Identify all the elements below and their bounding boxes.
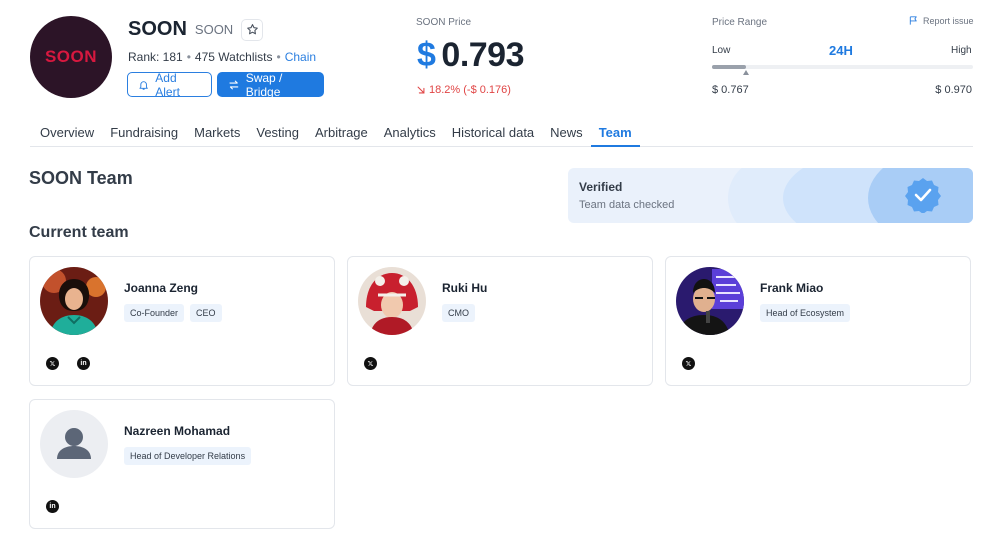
coin-name: SOON xyxy=(128,18,187,40)
role-badge: Head of Ecosystem xyxy=(760,304,851,322)
member-name: Nazreen Mohamad xyxy=(124,424,231,438)
tab-fundraising[interactable]: Fundraising xyxy=(102,122,186,147)
meta-separator: • xyxy=(186,50,191,64)
team-member-card[interactable]: Frank Miao Head of Ecosystem 𝕏 xyxy=(665,256,971,386)
coin-symbol: SOON xyxy=(194,22,234,37)
member-name: Ruki Hu xyxy=(442,281,488,295)
linkedin-icon[interactable]: in xyxy=(77,357,90,370)
member-roles: Co-Founder CEO xyxy=(124,304,222,322)
price-number: 0.793 xyxy=(441,36,525,74)
member-name: Frank Miao xyxy=(760,281,824,295)
team-member-card[interactable]: Joanna Zeng Co-Founder CEO 𝕏 in xyxy=(29,256,335,386)
member-socials: in xyxy=(46,500,59,513)
member-socials: 𝕏 xyxy=(364,357,377,370)
coin-rank: Rank: 181 xyxy=(128,50,183,64)
watchlist-star-button[interactable] xyxy=(241,18,264,41)
verified-subtitle: Team data checked xyxy=(579,199,675,211)
tab-team[interactable]: Team xyxy=(590,122,640,147)
member-roles: Head of Developer Relations xyxy=(124,447,252,465)
tab-news[interactable]: News xyxy=(542,122,591,147)
role-badge: CEO xyxy=(190,304,222,322)
verified-banner: Verified Team data checked xyxy=(568,168,973,223)
price-value: $0.793 xyxy=(417,36,525,75)
coin-title: SOON SOON xyxy=(128,18,264,41)
member-roles: Head of Ecosystem xyxy=(760,304,851,322)
avatar-placeholder xyxy=(40,410,108,478)
bell-icon xyxy=(139,80,148,90)
member-roles: CMO xyxy=(442,304,475,322)
member-name: Joanna Zeng xyxy=(124,281,199,295)
report-issue-label: Report issue xyxy=(923,15,974,26)
role-badge: Co-Founder xyxy=(124,304,185,322)
add-alert-label: Add Alert xyxy=(155,70,180,99)
current-team-title: Current team xyxy=(29,224,129,241)
chain-link[interactable]: Chain xyxy=(285,50,316,64)
team-member-card[interactable]: Ruki Hu CMO 𝕏 xyxy=(347,256,653,386)
range-timeframe-selector[interactable]: 24H xyxy=(829,43,853,58)
report-issue-link[interactable]: Report issue xyxy=(908,15,974,26)
range-low-label: Low xyxy=(712,45,731,56)
avatar xyxy=(676,267,744,335)
verified-title: Verified xyxy=(579,180,623,194)
price-change: 18.2% (-$ 0.176) xyxy=(416,84,511,96)
swap-bridge-button[interactable]: Swap / Bridge xyxy=(217,70,324,99)
swap-bridge-label: Swap / Bridge xyxy=(245,70,283,99)
team-member-card[interactable]: Nazreen Mohamad Head of Developer Relati… xyxy=(29,399,335,529)
team-section-title: SOON Team xyxy=(29,168,133,188)
price-label: SOON Price xyxy=(416,17,472,28)
arrow-down-right-icon xyxy=(417,86,425,94)
verified-check-icon xyxy=(905,178,941,213)
range-high-label: High xyxy=(951,45,972,56)
coin-logo: SOON xyxy=(30,16,112,98)
price-currency: $ xyxy=(417,36,436,74)
tab-markets[interactable]: Markets xyxy=(186,122,248,147)
x-icon[interactable]: 𝕏 xyxy=(364,357,377,370)
coin-meta: Rank: 181 • 475 Watchlists • Chain xyxy=(128,50,316,64)
linkedin-icon[interactable]: in xyxy=(46,500,59,513)
swap-icon xyxy=(229,80,239,89)
add-alert-button[interactable]: Add Alert xyxy=(127,70,212,99)
x-icon[interactable]: 𝕏 xyxy=(46,357,59,370)
avatar xyxy=(358,267,426,335)
role-badge: CMO xyxy=(442,304,475,322)
range-high-value: $ 0.970 xyxy=(935,84,972,96)
price-range-marker xyxy=(743,70,749,75)
x-icon[interactable]: 𝕏 xyxy=(682,357,695,370)
role-badge: Head of Developer Relations xyxy=(124,447,252,465)
price-range-bar xyxy=(712,65,973,69)
tab-historical-data[interactable]: Historical data xyxy=(444,122,542,147)
member-socials: 𝕏 in xyxy=(46,357,90,370)
tab-vesting[interactable]: Vesting xyxy=(248,122,307,147)
price-range-label: Price Range xyxy=(712,17,768,28)
tab-arbitrage[interactable]: Arbitrage xyxy=(307,122,376,147)
tab-analytics[interactable]: Analytics xyxy=(376,122,444,147)
coin-tabs: Overview Fundraising Markets Vesting Arbitra… xyxy=(30,122,973,147)
star-icon xyxy=(246,24,258,35)
meta-separator: • xyxy=(276,50,281,64)
flag-icon xyxy=(909,16,917,25)
price-range-fill xyxy=(712,65,746,69)
user-icon xyxy=(57,428,91,459)
tab-overview[interactable]: Overview xyxy=(30,122,102,147)
coin-watchlists: 475 Watchlists xyxy=(194,50,273,64)
coin-logo-text: SOON xyxy=(44,47,98,66)
price-change-value: 18.2% (-$ 0.176) xyxy=(429,84,511,96)
avatar xyxy=(40,267,108,335)
member-socials: 𝕏 xyxy=(682,357,695,370)
range-low-value: $ 0.767 xyxy=(712,84,749,96)
